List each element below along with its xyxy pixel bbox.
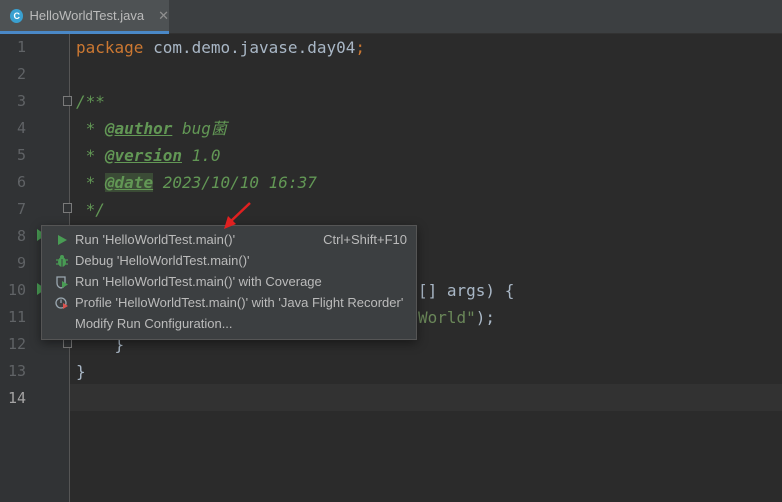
line-number: 3 <box>16 92 26 110</box>
close-icon[interactable]: ✕ <box>158 8 169 24</box>
code-line-1: package com.demo.javase.day04; <box>76 38 365 57</box>
menu-item-run[interactable]: Run 'HelloWorldTest.main()' Ctrl+Shift+F… <box>42 229 416 250</box>
menu-item-profile[interactable]: Profile 'HelloWorldTest.main()' with 'Ja… <box>42 292 416 313</box>
menu-item-label: Run 'HelloWorldTest.main()' with Coverag… <box>75 274 322 289</box>
fold-start-icon[interactable] <box>63 96 72 106</box>
code-line-13: } <box>76 362 86 381</box>
menu-item-label: Modify Run Configuration... <box>75 316 233 331</box>
line-number: 11 <box>7 308 26 326</box>
line-number: 5 <box>16 146 26 164</box>
line-number: 4 <box>16 119 26 137</box>
line-number: 13 <box>7 362 26 380</box>
menu-item-debug[interactable]: Debug 'HelloWorldTest.main()' <box>42 250 416 271</box>
line-number-current: 14 <box>7 389 26 407</box>
java-class-icon: C <box>10 8 24 23</box>
menu-item-run-coverage[interactable]: Run 'HelloWorldTest.main()' with Coverag… <box>42 271 416 292</box>
coverage-icon <box>55 275 69 289</box>
menu-item-label: Debug 'HelloWorldTest.main()' <box>75 253 250 268</box>
line-number: 6 <box>16 173 26 191</box>
run-icon <box>55 233 69 247</box>
tab-helloworldtest[interactable]: C HelloWorldTest.java ✕ <box>0 0 169 34</box>
run-context-menu: Run 'HelloWorldTest.main()' Ctrl+Shift+F… <box>41 225 417 340</box>
fold-end-icon[interactable] <box>63 203 72 213</box>
shortcut-label: Ctrl+Shift+F10 <box>323 232 407 247</box>
line-number: 7 <box>16 200 26 218</box>
code-line-3: /** <box>76 92 105 111</box>
line-number: 2 <box>16 65 26 83</box>
line-number: 12 <box>7 335 26 353</box>
code-line-7: */ <box>76 200 105 219</box>
tab-label: HelloWorldTest.java <box>29 8 145 23</box>
line-number: 1 <box>16 38 26 56</box>
menu-item-label: Profile 'HelloWorldTest.main()' with 'Ja… <box>75 295 404 310</box>
code-line-6: * @date 2023/10/10 16:37 <box>76 173 317 192</box>
menu-item-modify-run-config[interactable]: Modify Run Configuration... <box>42 313 416 334</box>
menu-item-label: Run 'HelloWorldTest.main()' <box>75 232 236 247</box>
blank-icon <box>55 317 69 331</box>
current-line-highlight <box>70 384 782 411</box>
line-number: 8 <box>16 227 26 245</box>
code-line-10-tail: [] args) { <box>418 281 515 300</box>
code-line-5: * @version 1.0 <box>76 146 221 165</box>
line-number: 10 <box>7 281 26 299</box>
debug-icon <box>55 254 69 268</box>
code-line-11-tail: World"); <box>418 308 496 327</box>
editor-tab-bar: C HelloWorldTest.java ✕ <box>0 0 782 34</box>
profile-icon <box>55 296 69 310</box>
line-number: 9 <box>16 254 26 272</box>
code-line-4: * @author bug菌 <box>76 119 227 138</box>
